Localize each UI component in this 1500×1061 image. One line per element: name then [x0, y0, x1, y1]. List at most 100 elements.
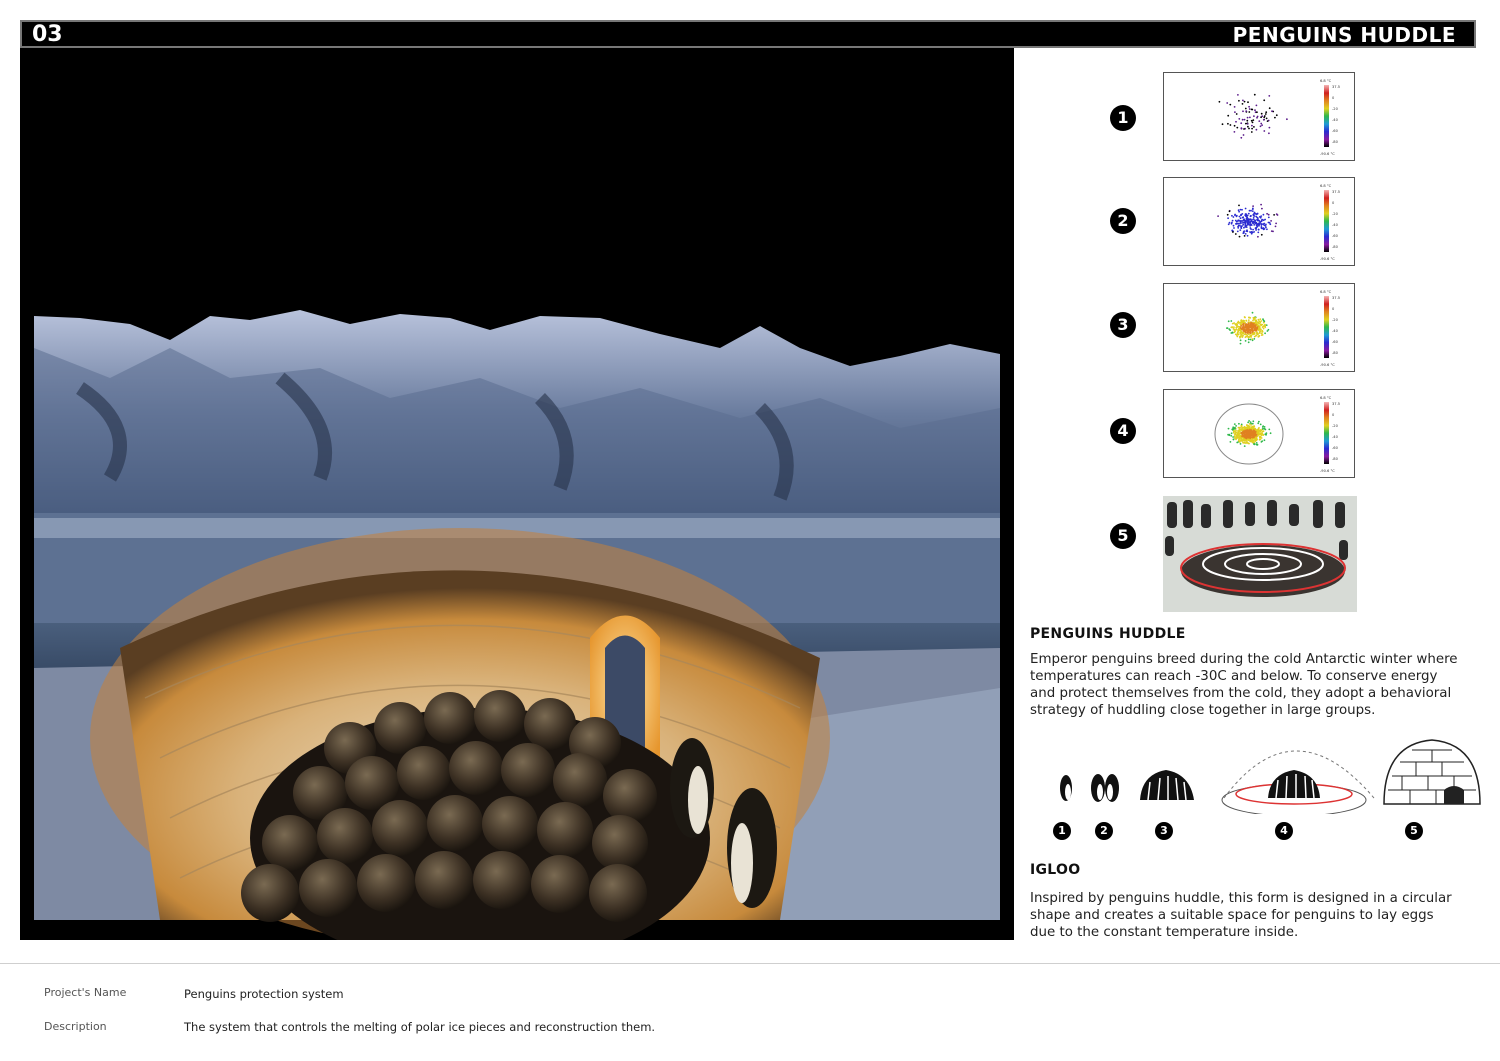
- scatter-point: [1253, 115, 1255, 117]
- scatter-point: [1253, 321, 1256, 324]
- scatter-point: [1240, 136, 1243, 139]
- scatter-point: [1251, 311, 1254, 314]
- scatter-point: [1248, 420, 1250, 422]
- scatter-point: [1263, 222, 1266, 225]
- scatter-point: [1256, 432, 1258, 434]
- scatter-point: [1251, 124, 1253, 127]
- step-number-4: 4: [1110, 418, 1136, 444]
- scatter-point: [1260, 334, 1263, 336]
- scatter-point: [1254, 319, 1257, 322]
- scatter-point: [1257, 422, 1260, 425]
- scatter-point: [1268, 107, 1271, 110]
- scatter-point: [1275, 114, 1278, 117]
- scatter-point: [1240, 423, 1243, 426]
- scatter-point: [1251, 328, 1254, 331]
- scatter-point: [1227, 223, 1230, 226]
- scatter-point: [1249, 323, 1252, 326]
- scatter-point: [1260, 434, 1263, 437]
- scatter-point: [1243, 100, 1246, 103]
- scatter-point: [1255, 334, 1257, 337]
- scatter-point: [1244, 336, 1247, 339]
- scatter-point: [1238, 426, 1241, 429]
- scatter-point: [1257, 333, 1259, 336]
- scatter-point: [1265, 324, 1268, 326]
- scatter-point: [1248, 111, 1251, 113]
- scatter-point: [1264, 113, 1267, 115]
- scatter-point: [1256, 327, 1259, 330]
- scatter-point: [1260, 332, 1263, 335]
- scatter-point: [1236, 321, 1239, 324]
- scatter-point: [1228, 433, 1231, 436]
- scatter-point: [1237, 227, 1240, 229]
- colorbar-tick-label: 0: [1332, 96, 1335, 100]
- scatter-point: [1237, 432, 1240, 435]
- scatter-point: [1258, 219, 1260, 222]
- scatter-point: [1242, 430, 1245, 432]
- scatter-point: [1235, 326, 1238, 329]
- colorbar-tick-label: -60: [1332, 129, 1339, 133]
- scatter-point: [1259, 332, 1261, 334]
- scatter-point: [1255, 229, 1257, 231]
- scatter-point: [1242, 134, 1245, 136]
- scatter-point: [1236, 230, 1239, 233]
- scatter-point: [1232, 216, 1235, 218]
- scatter-point: [1239, 217, 1242, 220]
- step-number-2: 2: [1110, 208, 1136, 234]
- description-label: Description: [44, 1020, 107, 1033]
- scatter-point: [1260, 227, 1263, 230]
- scatter-point: [1226, 327, 1229, 329]
- scatter-point: [1240, 425, 1243, 428]
- scatter-point: [1270, 230, 1273, 232]
- scatter-point: [1230, 434, 1233, 437]
- scatter-point: [1227, 320, 1230, 323]
- huddle-plot-2: 6.8 °C 37.5 0 -20 -40 -60 -80 -90.6 °C: [1163, 177, 1355, 266]
- scatter-point: [1247, 218, 1250, 221]
- scatter-point: [1235, 436, 1238, 438]
- scatter-point: [1235, 429, 1237, 432]
- colorbar-tick-label: -90.6 °C: [1320, 152, 1335, 156]
- scatter-point: [1252, 439, 1255, 442]
- scatter-point: [1235, 328, 1237, 331]
- colorbar-tick-label: -80: [1332, 457, 1339, 461]
- scatter-point: [1262, 325, 1265, 328]
- scatter-point: [1261, 115, 1264, 118]
- scatter-point: [1234, 111, 1236, 113]
- scatter-point: [1253, 221, 1256, 224]
- scatter-point: [1240, 319, 1242, 322]
- scatter-point: [1234, 330, 1236, 333]
- scatter-point: [1265, 117, 1268, 120]
- scatter-point: [1268, 126, 1271, 129]
- scatter-point: [1233, 227, 1235, 229]
- colorbar-tick-label: -20: [1332, 107, 1339, 111]
- project-name-label: Project's Name: [44, 986, 127, 999]
- colorbar-tick-label: -60: [1332, 446, 1339, 450]
- scatter-point: [1243, 438, 1245, 441]
- scatter-point: [1252, 429, 1255, 431]
- scatter-point: [1231, 332, 1234, 334]
- scatter-point: [1267, 216, 1270, 219]
- scatter-point: [1259, 423, 1262, 426]
- scatter-point: [1243, 235, 1246, 237]
- scatter-point: [1257, 228, 1260, 231]
- igloo-section-title: IGLOO: [1030, 862, 1081, 878]
- scatter-point: [1260, 203, 1262, 206]
- header-bar: 03 PENGUINS HUDDLE: [20, 20, 1476, 48]
- scatter-point: [1260, 215, 1263, 217]
- scatter-point: [1258, 120, 1261, 122]
- huddle-circle-photo: [1163, 496, 1357, 612]
- scatter-point: [1251, 231, 1254, 234]
- scatter-point: [1263, 99, 1266, 102]
- scatter-point: [1246, 432, 1248, 435]
- scatter-point: [1254, 212, 1256, 215]
- scatter-point: [1250, 223, 1253, 226]
- scatter-point: [1268, 95, 1271, 97]
- scatter-point: [1253, 93, 1256, 96]
- scatter-point: [1255, 442, 1258, 444]
- scatter-point: [1246, 119, 1249, 122]
- scatter-point: [1236, 441, 1239, 444]
- scatter-plot-2: 6.8 °C37.5 0 -20 -40 -60 -80 -90.6 °C: [1217, 184, 1340, 261]
- scatter-point: [1227, 114, 1230, 117]
- scatter-point: [1250, 131, 1253, 133]
- scatter-point: [1259, 318, 1262, 321]
- scatter-point: [1242, 435, 1245, 437]
